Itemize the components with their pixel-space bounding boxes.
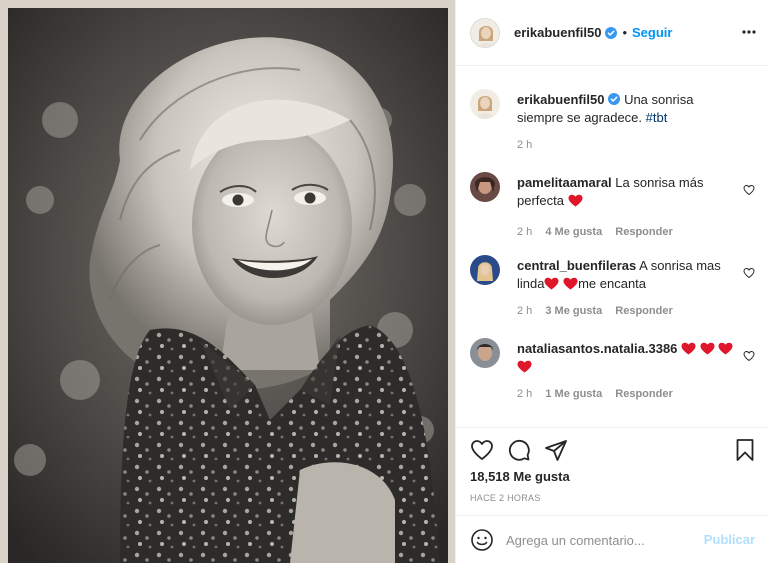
avatar-icon	[470, 338, 500, 368]
red-heart-emoji	[544, 277, 559, 290]
hashtag-link[interactable]: #tbt	[646, 110, 668, 125]
avatar-icon	[470, 172, 500, 202]
comment-item: central_buenfileras A sonrisa mas linda …	[470, 255, 755, 325]
post-caption: erikabuenfil50 Una sonrisa siempre se ag…	[470, 89, 755, 159]
comment-likes[interactable]: 1 Me gusta	[545, 388, 602, 400]
comment-meta: 2 h 1 Me gusta Responder	[517, 388, 683, 400]
caption-username[interactable]: erikabuenfil50	[517, 92, 604, 107]
red-heart-emoji	[718, 342, 733, 355]
reply-button[interactable]: Responder	[615, 388, 672, 400]
comment-text-continued: me encanta	[578, 276, 647, 291]
author-username[interactable]: erikabuenfil50	[514, 25, 601, 40]
post-sidebar: erikabuenfil50 • Seguir erikabuenfil50 U…	[455, 0, 768, 563]
comment-item: nataliasantos.natalia.3386 2 h 1 Me gust…	[470, 338, 755, 408]
follow-button[interactable]: Seguir	[632, 25, 672, 40]
caption-meta: 2 h	[517, 139, 542, 151]
red-heart-emoji	[563, 277, 578, 290]
post-timestamp: HACE 2 HORAS	[470, 493, 541, 503]
vintage-portrait-image	[0, 0, 455, 563]
post-photo[interactable]	[0, 0, 455, 563]
commenter-avatar[interactable]	[470, 172, 500, 202]
like-count[interactable]: 18,518 Me gusta	[470, 469, 570, 484]
comment-time: 2 h	[517, 226, 533, 238]
avatar-icon	[471, 18, 499, 47]
emoji-icon[interactable]	[470, 528, 494, 552]
reply-button[interactable]: Responder	[615, 305, 672, 317]
comment-likes[interactable]: 3 Me gusta	[545, 305, 602, 317]
author-avatar[interactable]	[470, 17, 500, 48]
avatar-icon	[470, 255, 500, 285]
comment-body: nataliasantos.natalia.3386	[517, 340, 737, 376]
publish-button[interactable]: Publicar	[704, 532, 755, 547]
comment-username[interactable]: pamelitaamaral	[517, 175, 612, 190]
red-heart-emoji	[681, 342, 696, 355]
comment-body: central_buenfileras A sonrisa mas linda …	[517, 257, 737, 293]
red-heart-emoji	[517, 360, 532, 373]
red-heart-emoji	[700, 342, 715, 355]
caption-avatar[interactable]	[470, 89, 500, 119]
caption-body: erikabuenfil50 Una sonrisa siempre se ag…	[517, 91, 737, 127]
heart-outline-icon[interactable]	[743, 184, 755, 196]
share-icon[interactable]	[544, 438, 568, 462]
comment-time: 2 h	[517, 305, 533, 317]
comment-icon[interactable]	[507, 438, 531, 462]
separator-dot: •	[622, 25, 627, 40]
comment-meta: 2 h 4 Me gusta Responder	[517, 226, 683, 238]
comments-list[interactable]: erikabuenfil50 Una sonrisa siempre se ag…	[456, 67, 768, 427]
avatar-icon	[470, 89, 500, 119]
reply-button[interactable]: Responder	[615, 226, 672, 238]
heart-outline-icon[interactable]	[743, 350, 755, 362]
post-actions: 18,518 Me gusta HACE 2 HORAS	[456, 427, 768, 515]
comment-likes[interactable]: 4 Me gusta	[545, 226, 602, 238]
red-heart-emoji	[568, 194, 583, 207]
bookmark-icon[interactable]	[733, 438, 757, 462]
caption-time: 2 h	[517, 139, 533, 151]
commenter-avatar[interactable]	[470, 338, 500, 368]
heart-outline-icon[interactable]	[743, 267, 755, 279]
add-comment-bar: Publicar	[456, 515, 768, 563]
commenter-avatar[interactable]	[470, 255, 500, 285]
verified-badge-icon	[605, 26, 618, 39]
comment-body: pamelitaamaral La sonrisa más perfecta	[517, 174, 737, 210]
comment-item: pamelitaamaral La sonrisa más perfecta 2…	[470, 172, 755, 242]
comment-time: 2 h	[517, 388, 533, 400]
verified-badge-icon	[608, 93, 621, 105]
comment-username[interactable]: nataliasantos.natalia.3386	[517, 341, 677, 356]
post-header: erikabuenfil50 • Seguir	[456, 0, 768, 66]
comment-meta: 2 h 3 Me gusta Responder	[517, 305, 683, 317]
comment-input[interactable]	[506, 526, 696, 554]
more-options-icon[interactable]	[741, 24, 757, 40]
like-heart-icon[interactable]	[470, 438, 494, 462]
comment-username[interactable]: central_buenfileras	[517, 258, 636, 273]
